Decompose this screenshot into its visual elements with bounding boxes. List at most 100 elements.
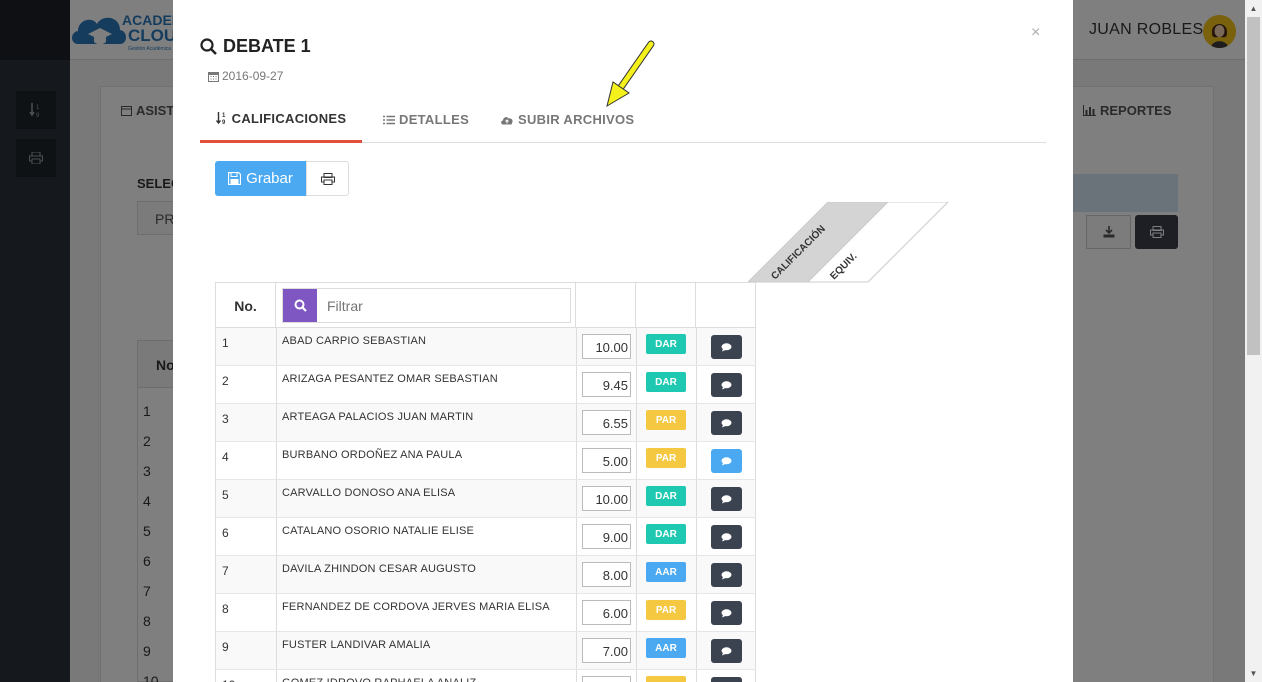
save-label: Grabar — [246, 170, 293, 187]
comment-icon — [721, 342, 732, 351]
comment-icon — [721, 494, 732, 503]
actions-cell — [696, 594, 756, 631]
tab-detalles[interactable]: DETALLES — [383, 96, 469, 143]
comment-icon — [721, 532, 732, 541]
grade-header-cell — [575, 283, 635, 328]
equiv-header-cell — [635, 283, 695, 328]
row-number: 9 — [222, 640, 229, 654]
row-number: 6 — [222, 526, 229, 540]
equiv-badge: DAR — [646, 524, 686, 544]
equiv-cell: DAR — [636, 328, 696, 365]
equiv-cell: DAR — [636, 518, 696, 555]
grading-modal: DEBATE 1 × 2016-09-27 19 CALIFICACIONES … — [173, 0, 1073, 682]
row-number: 3 — [222, 412, 229, 426]
svg-text:1: 1 — [222, 113, 226, 119]
grade-input[interactable]: 10.00 — [582, 334, 631, 359]
comment-button[interactable] — [711, 677, 742, 682]
table-row: 4 BURBANO ORDOÑEZ ANA PAULA 5.00 PAR — [215, 442, 756, 480]
equiv-cell: DAR — [636, 366, 696, 403]
actions-cell — [696, 556, 756, 593]
rotated-column-headers: CALIFICACIÓN EQUIV. — [748, 202, 948, 283]
table-row: 2 ARIZAGA PESANTEZ OMAR SEBASTIAN 9.45 D… — [215, 366, 756, 404]
grade-input[interactable]: 6.00 — [582, 600, 631, 625]
student-name: ABAD CARPIO SEBASTIAN — [276, 328, 576, 365]
calendar-icon — [208, 71, 219, 82]
comment-button[interactable] — [711, 487, 742, 511]
equiv-badge: DAR — [646, 334, 686, 354]
grade-cell: 7.00 — [576, 632, 636, 669]
grade-input[interactable]: 7.00 — [582, 638, 631, 663]
scroll-down-arrow[interactable]: ▼ — [1245, 665, 1262, 682]
grade-cell: 9.45 — [576, 366, 636, 403]
table-row: 7 DAVILA ZHINDON CESAR AUGUSTO 8.00 AAR — [215, 556, 756, 594]
filter-group — [282, 288, 571, 323]
filter-search-button[interactable] — [283, 289, 317, 322]
equiv-badge: DAR — [646, 486, 686, 506]
comment-button[interactable] — [711, 335, 742, 359]
actions-cell — [696, 632, 756, 669]
actions-cell — [696, 480, 756, 517]
row-number: 7 — [222, 564, 229, 578]
student-name: DAVILA ZHINDON CESAR AUGUSTO — [276, 556, 576, 593]
no-column-header: No. — [216, 283, 276, 328]
modal-date: 2016-09-27 — [208, 69, 283, 83]
comment-icon — [721, 608, 732, 617]
comment-button[interactable] — [711, 373, 742, 397]
actions-cell — [696, 404, 756, 441]
student-name: CARVALLO DONOSO ANA ELISA — [276, 480, 576, 517]
equiv-cell: PAR — [636, 442, 696, 479]
comment-button[interactable] — [711, 411, 742, 435]
grade-input[interactable] — [582, 676, 631, 682]
comment-icon — [721, 456, 732, 465]
grade-input[interactable]: 8.00 — [582, 562, 631, 587]
tab-calificaciones[interactable]: 19 CALIFICACIONES — [200, 96, 362, 143]
svg-text:9: 9 — [222, 120, 226, 125]
search-icon — [294, 299, 307, 312]
scroll-up-arrow[interactable]: ▲ — [1245, 0, 1262, 17]
close-button[interactable]: × — [1031, 24, 1040, 42]
grade-cell: 10.00 — [576, 480, 636, 517]
row-number: 5 — [222, 488, 229, 502]
table-row: 6 CATALANO OSORIO NATALIE ELISE 9.00 DAR — [215, 518, 756, 556]
grade-input[interactable]: 9.45 — [582, 372, 631, 397]
student-name: ARIZAGA PESANTEZ OMAR SEBASTIAN — [276, 366, 576, 403]
print-button[interactable] — [306, 161, 349, 196]
comment-button[interactable] — [711, 563, 742, 587]
equiv-cell: AAR — [636, 556, 696, 593]
comment-button[interactable] — [711, 525, 742, 549]
actions-header-cell — [695, 283, 755, 328]
comment-icon — [721, 380, 732, 389]
comment-button[interactable] — [711, 601, 742, 625]
table-row: 10 GOMEZ IDROVO RAPHAELA ANALIZ PAR — [215, 670, 756, 682]
table-header: No. — [215, 282, 756, 328]
tab-label: SUBIR ARCHIVOS — [518, 112, 635, 127]
table-row: 8 FERNANDEZ DE CORDOVA JERVES MARIA ELIS… — [215, 594, 756, 632]
modal-title: DEBATE 1 — [200, 36, 311, 57]
comment-button[interactable] — [711, 449, 742, 473]
list-icon — [383, 115, 395, 124]
student-name: FERNANDEZ DE CORDOVA JERVES MARIA ELISA — [276, 594, 576, 631]
student-name: FUSTER LANDIVAR AMALIA — [276, 632, 576, 669]
student-name: CATALANO OSORIO NATALIE ELISE — [276, 518, 576, 555]
table-row: 1 ABAD CARPIO SEBASTIAN 10.00 DAR — [215, 328, 756, 366]
grade-cell — [576, 670, 636, 682]
scrollbar-thumb[interactable] — [1247, 17, 1260, 355]
equiv-badge: DAR — [646, 372, 686, 392]
filter-input[interactable] — [317, 289, 570, 322]
grade-input[interactable]: 10.00 — [582, 486, 631, 511]
actions-cell — [696, 366, 756, 403]
save-button[interactable]: Grabar — [215, 161, 306, 196]
table-row: 3 ARTEAGA PALACIOS JUAN MARTIN 6.55 PAR — [215, 404, 756, 442]
table-row: 5 CARVALLO DONOSO ANA ELISA 10.00 DAR — [215, 480, 756, 518]
grade-input[interactable]: 9.00 — [582, 524, 631, 549]
student-name: ARTEAGA PALACIOS JUAN MARTIN — [276, 404, 576, 441]
tab-label: CALIFICACIONES — [231, 110, 347, 126]
row-number: 8 — [222, 602, 229, 616]
row-number: 1 — [222, 336, 229, 350]
grade-input[interactable]: 6.55 — [582, 410, 631, 435]
equiv-badge: PAR — [646, 600, 686, 620]
table-body: 1 ABAD CARPIO SEBASTIAN 10.00 DAR 2 ARIZ… — [215, 328, 756, 682]
comment-button[interactable] — [711, 639, 742, 663]
equiv-cell: PAR — [636, 404, 696, 441]
grade-input[interactable]: 5.00 — [582, 448, 631, 473]
